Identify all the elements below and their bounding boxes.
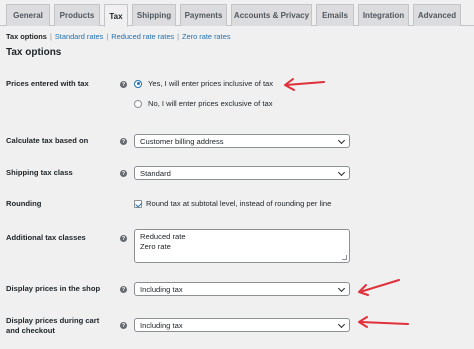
radio-exclusive[interactable] [134, 99, 142, 108]
tab-shipping[interactable]: Shipping [132, 4, 176, 26]
help-icon[interactable]: ? [120, 235, 127, 242]
select-value: Including tax [140, 320, 183, 330]
display-prices-cart-select[interactable]: Including tax [134, 318, 350, 332]
rounding-checkbox[interactable] [134, 199, 142, 208]
radio-inclusive[interactable] [134, 79, 142, 88]
subnav-zero-rate-rates[interactable]: Zero rate rates [182, 32, 230, 41]
display-prices-in-shop-label: Display prices in the shop [6, 284, 101, 293]
rounding-checkbox-label: Round tax at subtotal level, instead of … [146, 199, 332, 208]
red-arrow-annotation [284, 78, 325, 91]
select-value: Standard [140, 168, 171, 178]
rounding-checkbox-row[interactable]: Round tax at subtotal level, instead of … [134, 199, 331, 208]
help-icon[interactable]: ? [120, 81, 127, 88]
chevron-down-icon [337, 136, 346, 145]
red-arrow-annotation [358, 316, 409, 328]
tab-advanced[interactable]: Advanced [413, 4, 461, 26]
additional-tax-classes-textarea[interactable]: Reduced rate Zero rate [134, 229, 350, 263]
tab-general[interactable]: General [6, 4, 50, 26]
textarea-line: Zero rate [140, 241, 171, 251]
select-value: Including tax [140, 284, 183, 294]
subnav-separator: | [49, 31, 52, 41]
tax-subnav: Tax options | Standard rates | Reduced r… [6, 30, 231, 42]
radio-exclusive-label: No, I will enter prices exclusive of tax [148, 99, 273, 108]
section-title: Tax options [6, 47, 62, 58]
tab-tax[interactable]: Tax [104, 4, 128, 27]
select-value: Customer billing address [140, 136, 224, 146]
help-icon[interactable]: ? [120, 286, 127, 293]
help-icon[interactable]: ? [120, 322, 127, 329]
settings-tab-bar: General Products Tax Shipping Payments A… [0, 0, 474, 27]
shipping-tax-class-label: Shipping tax class [6, 168, 73, 177]
tab-accounts-privacy[interactable]: Accounts & Privacy [231, 4, 312, 26]
tab-products[interactable]: Products [54, 4, 100, 26]
rounding-label: Rounding [6, 199, 42, 208]
subnav-standard-rates[interactable]: Standard rates [55, 32, 103, 41]
radio-option-exclusive[interactable]: No, I will enter prices exclusive of tax [134, 99, 273, 108]
subnav-separator: | [106, 31, 109, 41]
additional-tax-classes-label: Additional tax classes [6, 233, 86, 242]
help-icon[interactable]: ? [120, 138, 127, 145]
subnav-separator: | [177, 31, 180, 41]
label-line: Display prices during cart [6, 316, 100, 325]
textarea-line: Reduced rate [140, 232, 186, 241]
tab-integration[interactable]: Integration [358, 4, 409, 26]
prices-entered-with-tax-label: Prices entered with tax [6, 79, 89, 88]
calculate-tax-based-on-label: Calculate tax based on [6, 136, 89, 145]
subnav-tax-options: Tax options [6, 31, 47, 41]
resize-handle[interactable] [342, 255, 347, 260]
chevron-down-icon [337, 284, 346, 293]
chevron-down-icon [337, 320, 346, 329]
shipping-tax-class-select[interactable]: Standard [134, 166, 350, 180]
display-prices-cart-label: Display prices during cart and checkout [6, 316, 121, 336]
subnav-reduced-rate-rates[interactable]: Reduced rate rates [111, 32, 174, 41]
radio-inclusive-label: Yes, I will enter prices inclusive of ta… [148, 79, 274, 88]
tab-payments[interactable]: Payments [180, 4, 227, 26]
chevron-down-icon [337, 168, 346, 177]
radio-option-inclusive[interactable]: Yes, I will enter prices inclusive of ta… [134, 79, 273, 88]
display-prices-in-shop-select[interactable]: Including tax [134, 282, 350, 296]
tab-emails[interactable]: Emails [316, 4, 354, 26]
calculate-tax-based-on-select[interactable]: Customer billing address [134, 134, 350, 148]
red-arrow-annotation [358, 279, 400, 296]
label-line: and checkout [6, 326, 55, 335]
help-icon[interactable]: ? [120, 170, 127, 177]
